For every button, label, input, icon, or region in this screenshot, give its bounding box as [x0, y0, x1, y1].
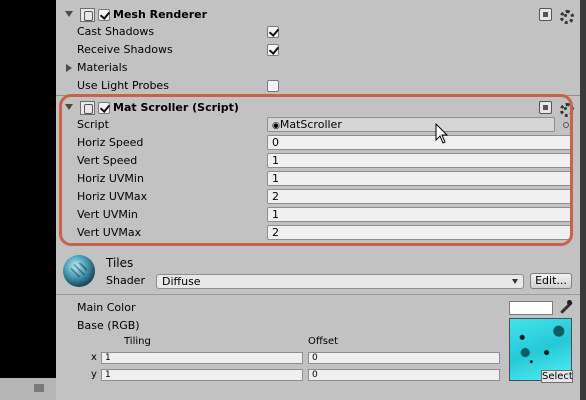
horiz-uvmax-row: Horiz UVMax 2 [56, 188, 580, 206]
script-icon [80, 101, 95, 115]
vert-speed-input[interactable]: 1 [267, 153, 572, 168]
field-label: Horiz UVMax [77, 190, 148, 203]
vert-speed-row: Vert Speed 1 [56, 152, 580, 170]
field-label: Materials [77, 61, 128, 74]
chevron-down-icon [512, 279, 518, 284]
cast-shadows-checkbox[interactable] [267, 26, 279, 38]
component-title: Mat Scroller (Script) [113, 101, 239, 114]
horiz-speed-input[interactable]: 0 [267, 135, 572, 150]
material-name: Tiles [106, 256, 134, 270]
vert-uvmin-row: Vert UVMin 1 [56, 206, 580, 224]
script-file-icon: ◉ [272, 121, 280, 131]
horiz-uvmax-input[interactable]: 2 [267, 189, 572, 204]
scene-view-edge [0, 0, 56, 400]
field-label: Use Light Probes [77, 79, 169, 92]
mat-scroller-header[interactable]: Mat Scroller (Script) [56, 99, 580, 117]
help-icon[interactable] [539, 8, 552, 21]
foldout-arrow-icon[interactable] [66, 64, 72, 72]
component-title: Mesh Renderer [113, 8, 208, 21]
select-texture-button[interactable]: Select [541, 370, 573, 383]
cast-shadows-row: Cast Shadows [56, 23, 580, 41]
script-row: Script ◉MatScroller [56, 116, 580, 134]
field-label: Vert UVMin [77, 208, 138, 221]
mat-scroller-enabled-checkbox[interactable] [98, 102, 110, 114]
foldout-arrow-icon[interactable] [65, 11, 73, 17]
material-separator [56, 294, 580, 295]
eyedropper-icon[interactable] [558, 300, 574, 316]
materials-row[interactable]: Materials [56, 59, 580, 77]
gear-icon[interactable] [558, 8, 574, 24]
shader-dropdown[interactable]: Diffuse [156, 274, 524, 289]
script-object-field[interactable]: ◉MatScroller [267, 117, 555, 132]
receive-shadows-checkbox[interactable] [267, 44, 279, 56]
receive-shadows-row: Receive Shadows [56, 41, 580, 59]
field-label: Vert UVMax [77, 226, 142, 239]
base-rgb-label: Base (RGB) [77, 319, 140, 332]
gear-icon[interactable] [558, 101, 574, 117]
mesh-renderer-enabled-checkbox[interactable] [98, 9, 110, 21]
edit-shader-button[interactable]: Edit... [530, 273, 572, 289]
use-light-probes-row: Use Light Probes [56, 77, 580, 95]
help-icon[interactable] [539, 101, 552, 114]
offset-x-input[interactable]: 0 [308, 352, 500, 364]
object-picker-icon[interactable] [563, 122, 569, 128]
component-separator [56, 95, 580, 96]
offset-y-input[interactable]: 0 [308, 369, 500, 381]
vert-uvmin-input[interactable]: 1 [267, 207, 572, 222]
window-border [580, 0, 586, 400]
horiz-uvmin-row: Horiz UVMin 1 [56, 170, 580, 188]
field-label: Horiz UVMin [77, 172, 144, 185]
mesh-renderer-icon [80, 8, 95, 22]
horiz-speed-row: Horiz Speed 0 [56, 134, 580, 152]
main-color-label: Main Color [77, 301, 136, 314]
field-label: Script [77, 118, 109, 131]
lock-icon [34, 384, 44, 392]
material-preview-icon [63, 255, 95, 287]
vert-uvmax-input[interactable]: 2 [267, 225, 572, 240]
tiling-y-input[interactable]: 1 [101, 369, 303, 381]
inspector-panel: Mesh Renderer Cast Shadows Receive Shado… [56, 0, 580, 400]
field-label: Receive Shadows [77, 43, 173, 56]
field-label: Horiz Speed [77, 136, 144, 149]
field-label: Vert Speed [77, 154, 138, 167]
foldout-arrow-icon[interactable] [65, 104, 73, 110]
mouse-cursor-icon [435, 123, 449, 145]
use-light-probes-checkbox[interactable] [267, 80, 279, 92]
tiling-x-input[interactable]: 1 [101, 352, 303, 364]
horiz-uvmin-input[interactable]: 1 [267, 171, 572, 186]
field-label: Cast Shadows [77, 25, 155, 38]
vert-uvmax-row: Vert UVMax 2 [56, 224, 580, 242]
scene-view-toolbar [0, 378, 56, 400]
main-color-swatch[interactable] [509, 301, 553, 315]
mesh-renderer-header[interactable]: Mesh Renderer [56, 6, 580, 24]
